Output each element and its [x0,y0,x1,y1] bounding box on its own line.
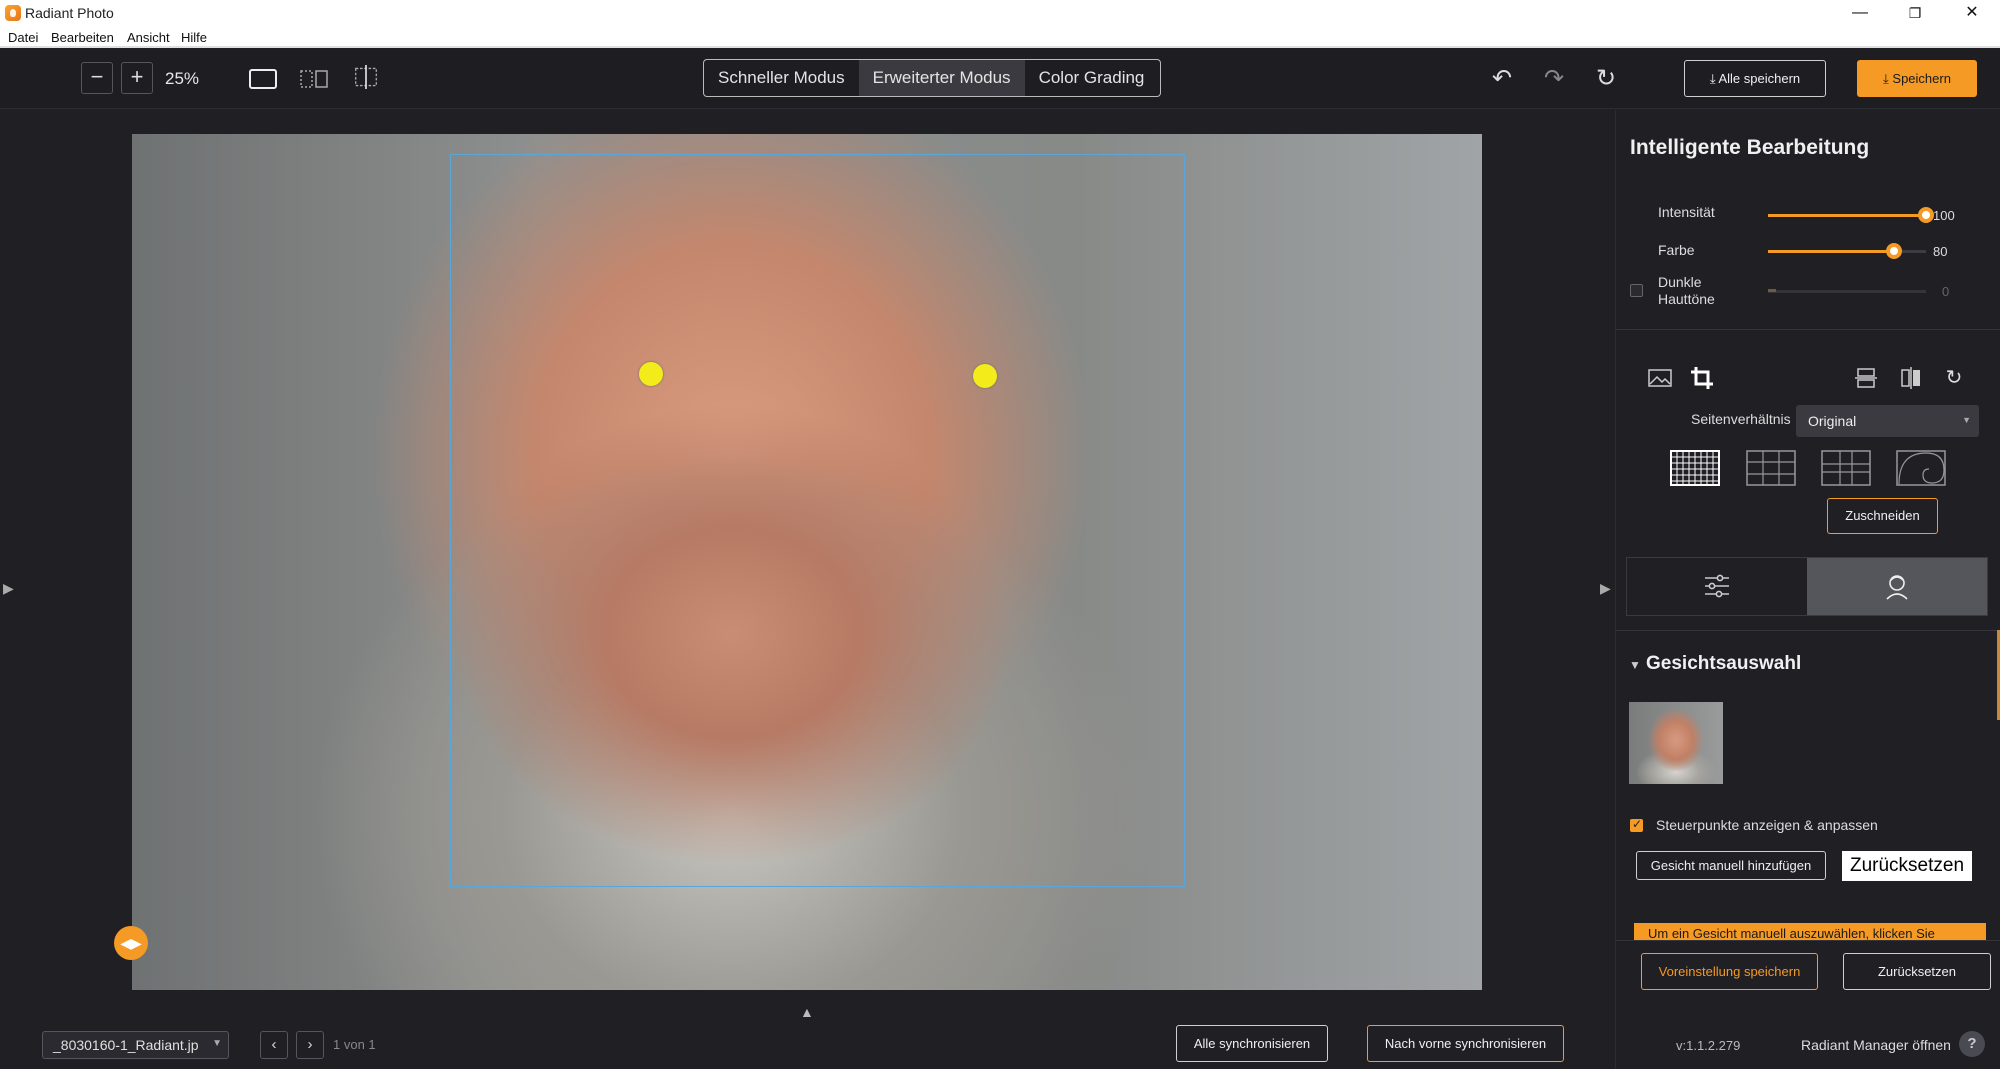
rotate-icon[interactable]: ↻ [1940,364,1968,392]
save-button[interactable]: ⤓ Speichern [1857,60,1977,97]
file-select[interactable]: _8030160-1_Radiant.jp ▼ [42,1031,229,1059]
mode-quick[interactable]: Schneller Modus [704,60,859,96]
color-slider-fill [1768,250,1895,253]
reset-face-button[interactable]: Zurücksetzen [1842,851,1972,881]
intensity-slider-fill [1768,214,1926,217]
face-selection-title: Gesichtsauswahl [1646,653,1802,674]
save-preset-button[interactable]: Voreinstellung speichern [1641,953,1818,990]
crop-icon[interactable] [1688,364,1716,392]
maximize-button[interactable]: ❐ [1895,2,1935,24]
divider [1616,329,2000,330]
canvas-area: ▶ ▶ [0,110,1615,990]
undo-icon[interactable]: ↶ [1488,65,1516,93]
dark-skin-slider-fill [1768,289,1776,292]
photo-preview[interactable] [132,134,1482,990]
close-button[interactable]: ✕ [1952,2,1992,24]
next-image-button[interactable]: › [296,1031,324,1059]
radiant-manager-link[interactable]: Radiant Manager öffnen [1801,1037,1951,1053]
mode-switcher: Schneller Modus Erweiterter Modus Color … [703,59,1161,97]
menu-ansicht[interactable]: Ansicht [127,30,170,45]
show-points-label: Steuerpunkte anzeigen & anpassen [1656,817,1878,833]
image-icon[interactable] [1646,364,1674,392]
chevron-down-icon: ▼ [1962,415,1971,425]
single-view-icon[interactable] [248,67,278,91]
flip-vertical-icon[interactable] [1852,364,1880,392]
eye-control-point-right[interactable] [973,364,997,388]
chevron-down-icon: ▼ [212,1038,222,1049]
face-detection-box[interactable] [450,154,1185,887]
compare-view-icon[interactable] [351,65,381,89]
dark-skin-value: 0 [1942,284,1950,299]
sliders-icon [1705,574,1729,598]
panel-tabs [1626,557,1988,616]
zoom-out-button[interactable]: − [81,62,113,94]
menu-bar: Datei Bearbeiten Ansicht Hilfe [0,27,2000,48]
menu-hilfe[interactable]: Hilfe [181,30,207,45]
prev-image-button[interactable]: ‹ [260,1031,288,1059]
grid-golden-icon[interactable] [1821,450,1871,486]
flip-horizontal-icon[interactable] [1897,364,1925,392]
divider [1616,630,2000,631]
mode-color-grading[interactable]: Color Grading [1025,60,1159,96]
download-icon: ⤓ [1883,71,1893,86]
grid-fine-icon[interactable] [1670,450,1720,486]
crop-button[interactable]: Zuschneiden [1827,498,1938,534]
dark-skin-slider[interactable] [1768,290,1926,293]
collapse-caret-icon[interactable]: ▼ [1629,658,1641,672]
add-face-manual-button[interactable]: Gesicht manuell hinzufügen [1636,851,1826,880]
save-all-button[interactable]: ⤓ Alle speichern [1684,60,1826,97]
split-view-icon[interactable] [299,67,329,91]
toolbar: − + 25% Schneller Modus Erweiterter Modu… [0,49,2000,109]
version-label: v:1.1.2.279 [1676,1038,1741,1053]
menu-bearbeiten[interactable]: Bearbeiten [51,30,114,45]
page-info: 1 von 1 [333,1037,376,1052]
zoom-value: 25% [165,69,200,88]
intensity-slider-thumb[interactable] [1918,207,1934,223]
zoom-in-button[interactable]: + [121,62,153,94]
minimize-button[interactable]: — [1840,2,1880,24]
eye-control-point-left[interactable] [639,362,663,386]
redo-icon[interactable]: ↷ [1540,65,1568,93]
grid-thirds-icon[interactable] [1746,450,1796,486]
title-bar: Radiant Photo — ❐ ✕ [0,0,2000,27]
window-title: Radiant Photo [25,5,114,21]
mode-advanced[interactable]: Erweiterter Modus [858,60,1025,96]
face-icon [1886,575,1908,600]
tab-adjustments[interactable] [1627,558,1807,615]
reset-icon[interactable]: ↻ [1592,65,1620,93]
help-icon[interactable]: ? [1959,1031,1985,1057]
reset-all-button[interactable]: Zurücksetzen [1843,953,1991,990]
aspect-ratio-select[interactable]: Original ▼ [1796,405,1979,437]
bottom-bar: ▲ _8030160-1_Radiant.jp ▼ ‹ › 1 von 1 Al… [0,990,1615,1069]
dark-skin-label: Dunkle Hauttöne [1658,274,1715,307]
color-value: 80 [1933,244,1948,259]
color-slider-thumb[interactable] [1886,243,1903,259]
aspect-ratio-label: Seitenverhältnis [1691,411,1791,427]
face-thumbnail[interactable] [1629,702,1723,784]
color-label: Farbe [1658,242,1695,258]
app-logo-icon [5,5,21,21]
tab-face[interactable] [1807,558,1987,615]
panel-title: Intelligente Bearbeitung [1630,136,1870,159]
dark-skin-checkbox[interactable] [1630,284,1643,297]
left-panel-toggle-icon[interactable]: ▶ [3,580,14,597]
grid-spiral-icon[interactable] [1896,450,1946,486]
manual-face-hint: Um ein Gesicht manuell auszuwählen, klic… [1634,923,1986,941]
compare-slider-handle[interactable]: ◀▶ [114,926,148,960]
right-panel-toggle-icon[interactable]: ▶ [1600,580,1611,597]
intensity-label: Intensität [1658,204,1715,220]
filmstrip-toggle-icon[interactable]: ▲ [800,1004,814,1020]
right-panel: Intelligente Bearbeitung Intensität 100 … [1615,110,2000,1069]
intensity-value: 100 [1933,208,1955,223]
sync-forward-button[interactable]: Nach vorne synchronisieren [1367,1025,1564,1062]
show-points-checkbox[interactable] [1630,817,1643,832]
sync-all-button[interactable]: Alle synchronisieren [1176,1025,1328,1062]
menu-datei[interactable]: Datei [8,30,38,45]
divider [1616,940,2000,941]
